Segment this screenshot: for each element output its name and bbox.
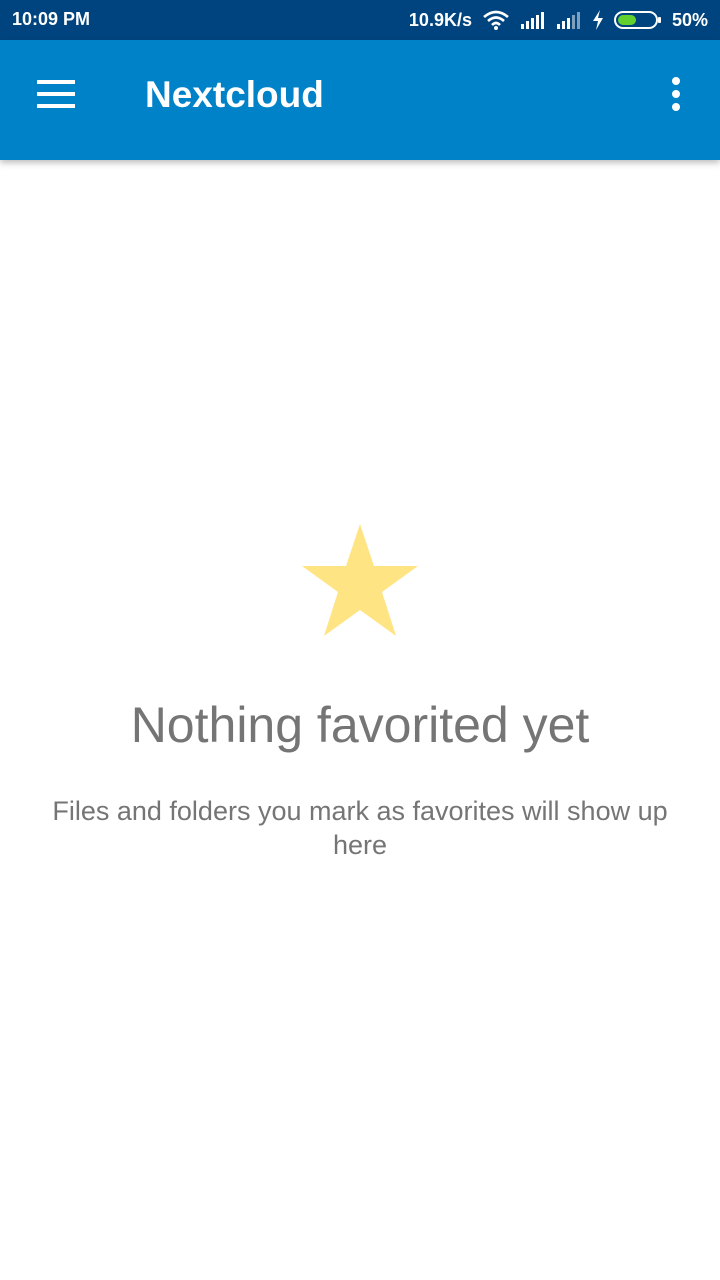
app-bar: Nextcloud (0, 40, 720, 160)
status-icons: 10.9K/s 50% (409, 0, 708, 40)
empty-state-description: Files and folders you mark as favorites … (52, 796, 668, 860)
more-vert-icon (671, 76, 681, 116)
charging-icon (592, 10, 604, 30)
signal-icon-2 (556, 11, 582, 29)
status-time: 10:09 PM (12, 9, 91, 29)
star-icon (302, 524, 418, 636)
hamburger-menu-icon (37, 79, 75, 113)
status-bar: 10:09 PM 10.9K/s 50% (0, 0, 720, 40)
menu-button[interactable] (20, 60, 92, 132)
app-title: Nextcloud (145, 74, 324, 115)
wifi-icon (482, 10, 510, 30)
signal-icon (520, 11, 546, 29)
overflow-menu-button[interactable] (640, 60, 712, 132)
empty-state: Nothing favorited yet Files and folders … (0, 520, 720, 862)
battery-percent: 50% (671, 9, 708, 30)
network-speed: 10.9K/s (408, 9, 472, 30)
battery-icon (613, 10, 662, 30)
empty-state-title: Nothing favorited yet (130, 697, 590, 753)
